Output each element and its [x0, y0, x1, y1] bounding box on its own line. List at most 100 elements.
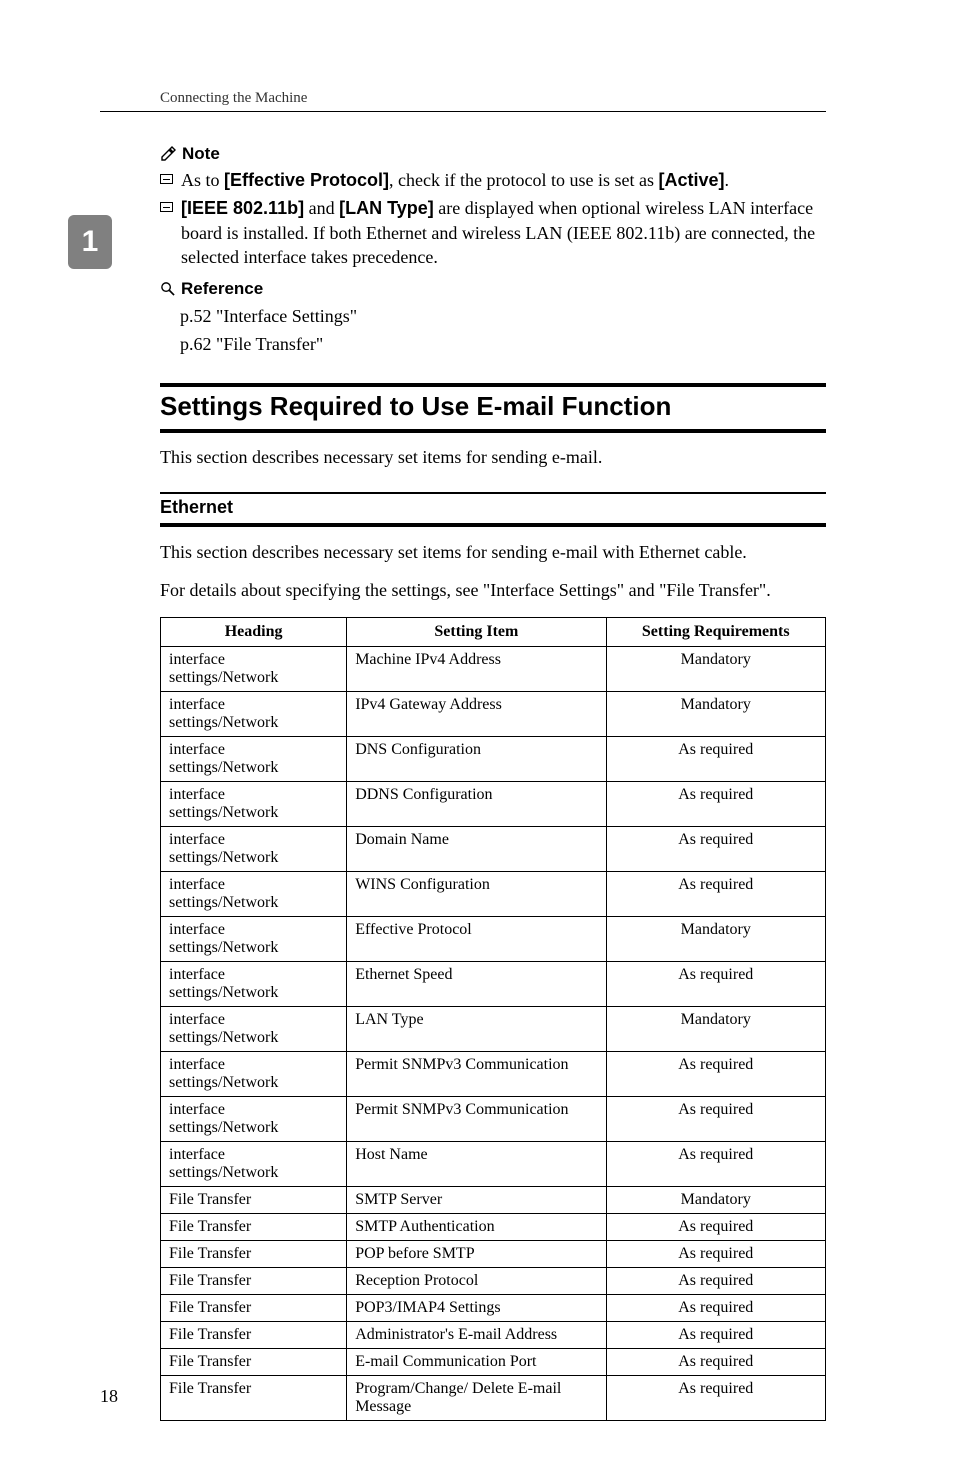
table-cell: Domain Name [347, 827, 606, 872]
section-intro: This section describes necessary set ite… [160, 447, 826, 468]
table-header: Setting Item [347, 618, 606, 647]
subsection-heading: Ethernet [160, 492, 826, 527]
table-row: interface settings/NetworkLAN TypeMandat… [161, 1007, 826, 1052]
table-cell: interface settings/Network [161, 1142, 347, 1187]
table-cell: As required [606, 737, 825, 782]
table-cell: POP3/IMAP4 Settings [347, 1295, 606, 1322]
table-cell: IPv4 Gateway Address [347, 692, 606, 737]
table-header: Heading [161, 618, 347, 647]
page-content: Note As to [Effective Protocol], check i… [100, 144, 826, 1421]
table-cell: interface settings/Network [161, 962, 347, 1007]
table-row: interface settings/NetworkMachine IPv4 A… [161, 647, 826, 692]
table-cell: interface settings/Network [161, 1097, 347, 1142]
table-cell: As required [606, 1214, 825, 1241]
table-cell: Administrator's E-mail Address [347, 1322, 606, 1349]
table-cell: File Transfer [161, 1322, 347, 1349]
note-item: As to [Effective Protocol], check if the… [160, 168, 826, 192]
bullet-icon [160, 202, 173, 212]
table-cell: Machine IPv4 Address [347, 647, 606, 692]
note-heading-row: Note [160, 144, 826, 164]
table-cell: interface settings/Network [161, 692, 347, 737]
table-row: interface settings/NetworkWINS Configura… [161, 872, 826, 917]
reference-label: Reference [181, 279, 263, 299]
table-cell: As required [606, 1322, 825, 1349]
table-cell: interface settings/Network [161, 647, 347, 692]
table-cell: Permit SNMPv3 Communication [347, 1097, 606, 1142]
table-cell: As required [606, 1376, 825, 1421]
table-header-row: Heading Setting Item Setting Requirement… [161, 618, 826, 647]
table-cell: File Transfer [161, 1268, 347, 1295]
table-row: interface settings/NetworkHost NameAs re… [161, 1142, 826, 1187]
section-heading: Settings Required to Use E-mail Function [160, 383, 826, 433]
subsection-para: This section describes necessary set ite… [160, 539, 826, 565]
table-cell: File Transfer [161, 1376, 347, 1421]
reference-lines: p.52 "Interface Settings" p.62 "File Tra… [180, 303, 826, 359]
table-cell: DNS Configuration [347, 737, 606, 782]
table-header: Setting Requirements [606, 618, 825, 647]
table-cell: WINS Configuration [347, 872, 606, 917]
table-body: interface settings/NetworkMachine IPv4 A… [161, 647, 826, 1421]
page-number: 18 [100, 1386, 118, 1407]
table-row: File TransferAdministrator's E-mail Addr… [161, 1322, 826, 1349]
table-cell: interface settings/Network [161, 782, 347, 827]
reference-line: p.62 "File Transfer" [180, 331, 826, 359]
table-cell: Effective Protocol [347, 917, 606, 962]
table-cell: As required [606, 1295, 825, 1322]
table-cell: As required [606, 1097, 825, 1142]
table-row: File TransferSMTP AuthenticationAs requi… [161, 1214, 826, 1241]
table-cell: File Transfer [161, 1349, 347, 1376]
magnifier-icon [160, 281, 175, 296]
table-row: interface settings/NetworkDDNS Configura… [161, 782, 826, 827]
table-row: File TransferProgram/Change/ Delete E-ma… [161, 1376, 826, 1421]
table-cell: As required [606, 1142, 825, 1187]
settings-table: Heading Setting Item Setting Requirement… [160, 617, 826, 1421]
table-cell: interface settings/Network [161, 917, 347, 962]
table-cell: As required [606, 1052, 825, 1097]
pencil-icon [160, 146, 176, 162]
table-cell: SMTP Server [347, 1187, 606, 1214]
table-cell: File Transfer [161, 1214, 347, 1241]
section-title: Settings Required to Use E-mail Function [160, 391, 826, 422]
subsection-title: Ethernet [160, 497, 826, 518]
note-item: [IEEE 802.11b] and [LAN Type] are displa… [160, 196, 826, 269]
table-cell: interface settings/Network [161, 872, 347, 917]
table-cell: File Transfer [161, 1241, 347, 1268]
table-cell: Program/Change/ Delete E-mail Message [347, 1376, 606, 1421]
table-row: interface settings/NetworkPermit SNMPv3 … [161, 1097, 826, 1142]
note-list: As to [Effective Protocol], check if the… [160, 168, 826, 269]
table-cell: Permit SNMPv3 Communication [347, 1052, 606, 1097]
table-cell: interface settings/Network [161, 737, 347, 782]
table-cell: interface settings/Network [161, 1052, 347, 1097]
table-row: File TransferPOP before SMTPAs required [161, 1241, 826, 1268]
table-cell: SMTP Authentication [347, 1214, 606, 1241]
table-cell: Mandatory [606, 647, 825, 692]
note-text: [IEEE 802.11b] and [LAN Type] are displa… [181, 196, 826, 269]
table-cell: Mandatory [606, 917, 825, 962]
table-cell: Ethernet Speed [347, 962, 606, 1007]
table-cell: Mandatory [606, 692, 825, 737]
table-row: interface settings/NetworkDNS Configurat… [161, 737, 826, 782]
table-row: interface settings/NetworkPermit SNMPv3 … [161, 1052, 826, 1097]
table-row: interface settings/NetworkEffective Prot… [161, 917, 826, 962]
table-row: File TransferSMTP ServerMandatory [161, 1187, 826, 1214]
reference-line: p.52 "Interface Settings" [180, 303, 826, 331]
table-cell: As required [606, 872, 825, 917]
table-cell: As required [606, 962, 825, 1007]
table-cell: interface settings/Network [161, 1007, 347, 1052]
note-label: Note [182, 144, 220, 164]
table-cell: Mandatory [606, 1007, 825, 1052]
chapter-tab: 1 [68, 215, 112, 269]
table-cell: As required [606, 1268, 825, 1295]
document-page: Connecting the Machine 1 Note As to [Eff… [0, 0, 954, 1481]
table-cell: LAN Type [347, 1007, 606, 1052]
table-cell: As required [606, 782, 825, 827]
note-text: As to [Effective Protocol], check if the… [181, 168, 729, 192]
table-row: File TransferE-mail Communication PortAs… [161, 1349, 826, 1376]
table-cell: Reception Protocol [347, 1268, 606, 1295]
table-cell: File Transfer [161, 1187, 347, 1214]
table-cell: As required [606, 827, 825, 872]
table-cell: File Transfer [161, 1295, 347, 1322]
table-row: interface settings/NetworkDomain NameAs … [161, 827, 826, 872]
reference-heading-row: Reference [160, 279, 826, 299]
bullet-icon [160, 174, 173, 184]
